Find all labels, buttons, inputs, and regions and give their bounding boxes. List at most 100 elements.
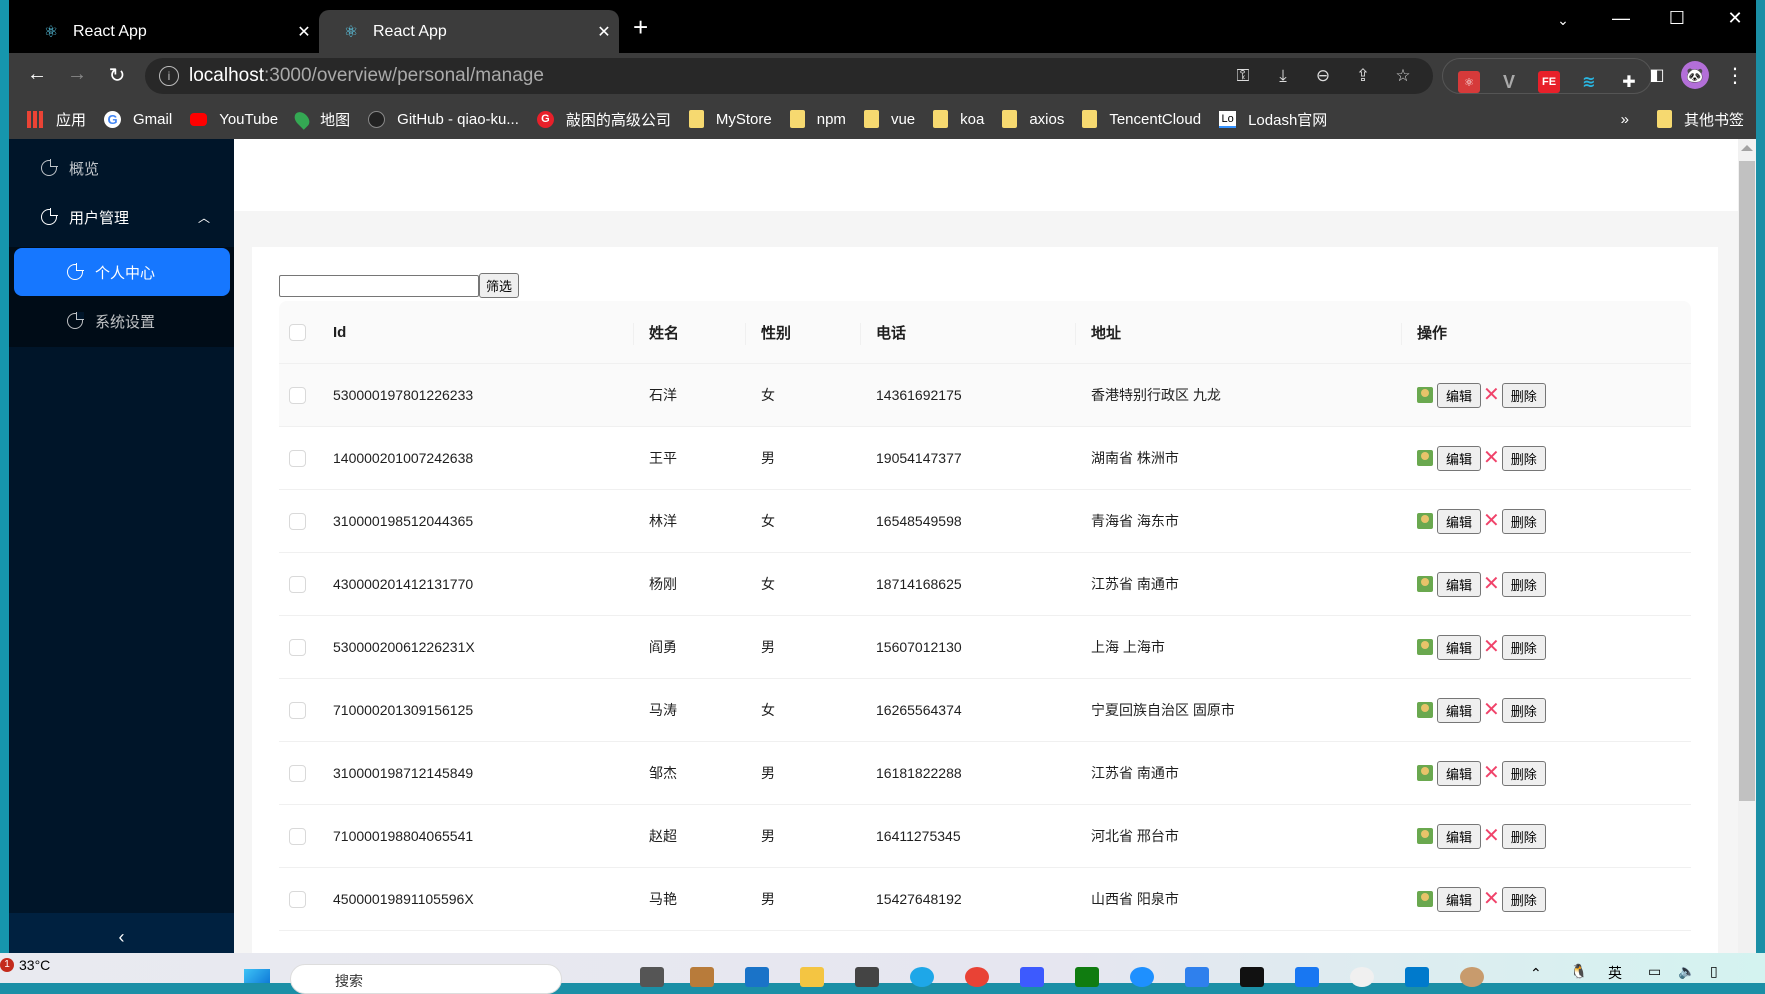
edit-button[interactable]: 编辑 xyxy=(1437,823,1482,849)
delete-button[interactable]: 删除 xyxy=(1501,760,1546,786)
tab-react-app-2[interactable]: ⚛ React App ✕ xyxy=(319,10,619,53)
row-checkbox[interactable] xyxy=(289,449,306,467)
side-panel-icon[interactable]: ◧ xyxy=(1643,65,1671,85)
taskbar-search[interactable]: 搜索 xyxy=(290,964,562,994)
edit-button[interactable]: 编辑 xyxy=(1437,886,1482,912)
row-checkbox[interactable] xyxy=(289,827,306,845)
sidebar-item-overview[interactable]: 概览 xyxy=(9,144,234,192)
delete-button[interactable]: 删除 xyxy=(1501,382,1546,408)
sidebar-item-system-settings[interactable]: 系统设置 xyxy=(9,297,234,345)
battery-icon[interactable]: ▯ xyxy=(1710,963,1718,980)
fe-helper-extension-icon[interactable]: FE xyxy=(1538,71,1560,93)
bookmark-youtube[interactable]: YouTube xyxy=(190,111,278,128)
row-checkbox[interactable] xyxy=(289,386,306,404)
sidebar-item-user-management[interactable]: 用户管理 ︿ xyxy=(9,193,234,241)
app-icon-blue[interactable] xyxy=(1020,967,1044,987)
ime-indicator[interactable]: 英 xyxy=(1608,963,1622,983)
delete-button[interactable]: 删除 xyxy=(1501,508,1546,534)
edit-button[interactable]: 编辑 xyxy=(1437,760,1482,786)
close-tab-icon[interactable]: ✕ xyxy=(589,22,619,42)
bookmarks-overflow-button[interactable]: » xyxy=(1621,111,1629,128)
site-info-icon[interactable]: i xyxy=(159,66,179,86)
share-icon[interactable]: ⇪ xyxy=(1351,66,1375,86)
delete-button[interactable]: 删除 xyxy=(1501,886,1546,912)
react-devtools-extension-icon[interactable]: ⚛ xyxy=(1458,71,1480,93)
settings-gear-app-icon[interactable] xyxy=(640,967,664,987)
xbox-app-icon[interactable] xyxy=(1075,967,1099,987)
bookmark-npm[interactable]: npm xyxy=(789,110,846,128)
new-tab-button[interactable]: + xyxy=(633,14,648,40)
install-app-icon[interactable]: ⤓ xyxy=(1271,66,1295,86)
reload-icon[interactable]: ↻ xyxy=(103,63,131,88)
bookmark-axios[interactable]: axios xyxy=(1002,110,1064,128)
bookmark-tencentcloud[interactable]: TencentCloud xyxy=(1082,110,1201,128)
app-icon-check[interactable] xyxy=(1185,967,1209,987)
unity-app-icon[interactable] xyxy=(855,967,879,987)
qq-tray-icon[interactable]: 🐧 xyxy=(1570,963,1587,980)
tab-search-icon[interactable]: ⌄ xyxy=(1548,12,1578,29)
delete-button[interactable]: 删除 xyxy=(1501,697,1546,723)
select-all-checkbox[interactable] xyxy=(289,323,306,341)
delete-button[interactable]: 删除 xyxy=(1501,823,1546,849)
close-tab-icon[interactable]: ✕ xyxy=(289,22,319,42)
openai-app-icon[interactable] xyxy=(1240,967,1264,987)
row-checkbox[interactable] xyxy=(289,764,306,782)
bookmark-apps[interactable]: 应用 xyxy=(27,109,86,130)
edit-button[interactable]: 编辑 xyxy=(1437,382,1482,408)
key-icon[interactable]: ⚿ xyxy=(1231,66,1255,86)
delete-button[interactable]: 删除 xyxy=(1501,445,1546,471)
terminal-app-icon[interactable] xyxy=(1350,967,1374,987)
bookmark-company[interactable]: G 敲困的高级公司 xyxy=(536,109,671,130)
scroll-up-arrow-icon[interactable] xyxy=(1741,145,1753,151)
edit-button[interactable]: 编辑 xyxy=(1437,445,1482,471)
zoom-out-icon[interactable]: ⊖ xyxy=(1311,66,1335,86)
tab-react-app-1[interactable]: ⚛ React App ✕ xyxy=(19,10,319,53)
vue-devtools-extension-icon[interactable]: V xyxy=(1498,71,1520,93)
other-bookmarks[interactable]: 其他书签 xyxy=(1656,109,1744,130)
maximize-button[interactable]: ☐ xyxy=(1662,8,1692,29)
edit-button[interactable]: 编辑 xyxy=(1437,634,1482,660)
app-icon-k[interactable] xyxy=(1130,967,1154,987)
volume-icon[interactable]: 🔈 xyxy=(1678,963,1695,980)
forward-icon[interactable]: → xyxy=(63,63,91,86)
bookmark-mystore[interactable]: MyStore xyxy=(688,110,772,128)
bookmark-github[interactable]: GitHub - qiao-ku... xyxy=(368,110,519,128)
back-icon[interactable]: ← xyxy=(23,63,51,86)
filter-input[interactable] xyxy=(279,275,479,297)
bookmark-lodash[interactable]: Lo Lodash官网 xyxy=(1219,109,1327,130)
owl-app-icon[interactable] xyxy=(690,967,714,987)
sidebar-item-personal-center[interactable]: 个人中心 xyxy=(14,248,230,296)
extensions-puzzle-icon[interactable]: ✚ xyxy=(1618,71,1640,93)
url-input[interactable]: i localhost:3000/overview/personal/manag… xyxy=(145,58,1433,94)
file-explorer-icon[interactable] xyxy=(800,967,824,987)
row-checkbox[interactable] xyxy=(289,575,306,593)
weather-widget[interactable]: 1 33°C xyxy=(0,957,50,973)
chrome-browser-icon[interactable] xyxy=(965,967,989,987)
edit-button[interactable]: 编辑 xyxy=(1437,697,1482,723)
bookmark-maps[interactable]: 地图 xyxy=(291,108,350,130)
vscode-icon[interactable] xyxy=(1405,967,1429,987)
store-app-icon[interactable] xyxy=(745,967,769,987)
app-icon-mountain[interactable] xyxy=(1295,967,1319,987)
wifi-extension-icon[interactable]: ≋ xyxy=(1578,71,1600,93)
network-icon[interactable]: ▭ xyxy=(1648,963,1661,980)
minimize-button[interactable]: — xyxy=(1606,8,1636,29)
row-checkbox[interactable] xyxy=(289,512,306,530)
page-scrollbar[interactable] xyxy=(1738,139,1756,953)
row-checkbox[interactable] xyxy=(289,890,306,908)
edit-button[interactable]: 编辑 xyxy=(1437,571,1482,597)
avatar-app-icon[interactable] xyxy=(1460,967,1484,987)
close-window-button[interactable]: ✕ xyxy=(1720,8,1750,29)
bookmark-gmail[interactable]: G Gmail xyxy=(104,110,172,128)
bookmark-vue[interactable]: vue xyxy=(863,110,915,128)
delete-button[interactable]: 删除 xyxy=(1501,634,1546,660)
edit-button[interactable]: 编辑 xyxy=(1437,508,1482,534)
profile-avatar[interactable]: 🐼 xyxy=(1681,61,1709,89)
row-checkbox[interactable] xyxy=(289,638,306,656)
row-checkbox[interactable] xyxy=(289,701,306,719)
edge-browser-icon[interactable] xyxy=(910,967,934,987)
bookmark-star-icon[interactable]: ☆ xyxy=(1391,66,1415,86)
more-menu-icon[interactable]: ⋮ xyxy=(1721,63,1749,88)
scrollbar-thumb[interactable] xyxy=(1739,161,1755,801)
tray-overflow-icon[interactable]: ⌃ xyxy=(1530,965,1542,982)
